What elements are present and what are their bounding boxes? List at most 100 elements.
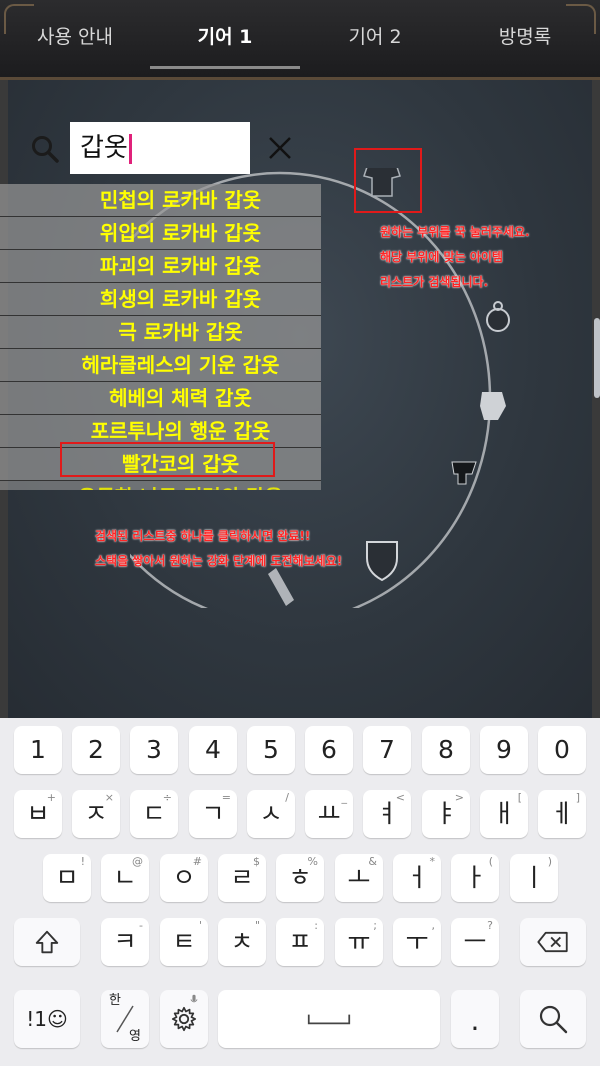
key-8[interactable]: 8 xyxy=(422,726,470,774)
key-main-char: ㅗ xyxy=(347,863,371,892)
key-0[interactable]: 0 xyxy=(538,726,586,774)
key-nieun[interactable]: ㄴ @ xyxy=(101,854,149,902)
key-6[interactable]: 6 xyxy=(305,726,353,774)
top-tab-bar: 사용 안내 기어 1 기어 2 방명록 xyxy=(0,0,600,80)
key-yu[interactable]: ㅠ; xyxy=(335,918,383,966)
key-4[interactable]: 4 xyxy=(189,726,237,774)
key-ae[interactable]: ㅐ[ xyxy=(480,790,528,838)
key-ya[interactable]: ㅑ > xyxy=(422,790,470,838)
key-alt-char: # xyxy=(192,855,202,868)
result-item[interactable]: 민첩의 로카바 갑옷 xyxy=(0,184,321,217)
glove-slot-icon[interactable] xyxy=(480,392,506,420)
slot-hint-line: 리스트가 검색됩니다. xyxy=(380,275,489,289)
key-eo[interactable]: ㅓ * xyxy=(393,854,441,902)
boot-slot-icon[interactable] xyxy=(451,461,477,485)
result-item[interactable]: 위압의 로카바 갑옷 xyxy=(0,217,321,250)
key-alt-char: " xyxy=(254,919,260,932)
key-alt-char: * xyxy=(429,855,436,868)
slot-hint-annotation: 원하는 부위를 꾹 눌러주세요. 해당 부위에 맞는 아이템 리스트가 검색됩니… xyxy=(380,220,580,295)
key-ieung[interactable]: ㅇ # xyxy=(160,854,208,902)
key-alt-char: ' xyxy=(198,919,202,932)
shift-key[interactable] xyxy=(14,918,80,966)
key-main-char: ㅜ xyxy=(405,927,429,956)
settings-key[interactable] xyxy=(160,990,208,1048)
key-mieum[interactable]: ㅁ! xyxy=(43,854,91,902)
active-tab-indicator xyxy=(150,66,300,69)
key-u[interactable]: ㅜ, xyxy=(393,918,441,966)
key-main-char: ㅁ xyxy=(55,863,79,892)
keyboard-number-row: 1 2 3 4 5 6 7 8 9 0 xyxy=(0,726,600,778)
key-jieut[interactable]: ㅈ × xyxy=(72,790,120,838)
search-action-key[interactable] xyxy=(520,990,586,1048)
key-main-char: ㅊ xyxy=(230,927,254,956)
result-item[interactable]: 희생의 로카바 갑옷 xyxy=(0,283,321,316)
result-item[interactable]: 우둔한 나무 정령의 갑옷 xyxy=(0,481,321,490)
necklace-slot-icon[interactable] xyxy=(486,301,510,332)
key-alt-char: ; xyxy=(373,919,377,932)
key-main-char: ㅏ xyxy=(463,863,487,892)
keyboard-row-2: ㅂ + ㅈ × ㄷ ÷ ㄱ = ㅅ / ㅛ _ ㅕ < ㅑ > ㅐ[ ㅔ] xyxy=(0,790,600,842)
key-main-char: ㅡ xyxy=(463,927,487,956)
space-key[interactable] xyxy=(218,990,440,1048)
key-bieup[interactable]: ㅂ + xyxy=(14,790,62,838)
selected-result-highlight xyxy=(60,442,275,477)
key-5[interactable]: 5 xyxy=(247,726,295,774)
mic-icon xyxy=(190,994,198,1003)
key-alt-char: ÷ xyxy=(162,791,172,804)
key-main-char: ㅐ xyxy=(492,799,516,828)
key-a[interactable]: ㅏ( xyxy=(451,854,499,902)
key-yo[interactable]: ㅛ _ xyxy=(305,790,353,838)
search-icon[interactable] xyxy=(30,134,60,164)
key-7[interactable]: 7 xyxy=(363,726,411,774)
shift-icon xyxy=(35,930,59,954)
key-alt-char: & xyxy=(368,855,377,868)
key-pieup[interactable]: ㅍ: xyxy=(276,918,324,966)
key-alt-char: × xyxy=(104,791,114,804)
key-main-char: ㅛ xyxy=(317,799,341,828)
key-giyeok[interactable]: ㄱ = xyxy=(189,790,237,838)
tab-guestbook[interactable]: 방명록 xyxy=(450,22,600,49)
tab-gear-2[interactable]: 기어 2 xyxy=(300,22,450,49)
scrollbar-handle[interactable] xyxy=(594,318,600,398)
key-main-char: ㅋ xyxy=(113,927,137,956)
key-alt-char: = xyxy=(221,791,231,804)
key-i[interactable]: ㅣ) xyxy=(510,854,558,902)
key-digeut[interactable]: ㄷ ÷ xyxy=(130,790,178,838)
clear-search-icon[interactable] xyxy=(266,134,294,162)
key-alt-char: , xyxy=(431,919,436,932)
key-main-char: ㄹ xyxy=(230,863,254,892)
tab-usage-guide[interactable]: 사용 안내 xyxy=(0,22,150,49)
key-1[interactable]: 1 xyxy=(14,726,62,774)
period-key[interactable]: . xyxy=(451,990,499,1048)
symbols-key[interactable]: !1☺ xyxy=(14,990,80,1048)
key-eu[interactable]: ㅡ? xyxy=(451,918,499,966)
backspace-key[interactable] xyxy=(520,918,586,966)
key-yeo[interactable]: ㅕ < xyxy=(363,790,411,838)
keyboard-bottom-row: !1☺ 한 영 . xyxy=(0,990,600,1048)
key-siot[interactable]: ㅅ / xyxy=(247,790,295,838)
key-alt-char: % xyxy=(307,855,318,868)
result-hint-line: 스택을 쌓아서 원하는 강화 단계에 도전해보세요! xyxy=(95,554,343,568)
key-main-char: ㅔ xyxy=(550,799,574,828)
result-item[interactable]: 헤라클레스의 기운 갑옷 xyxy=(0,349,321,382)
key-3[interactable]: 3 xyxy=(130,726,178,774)
key-tieut[interactable]: ㅌ ' xyxy=(160,918,208,966)
result-item[interactable]: 헤베의 체력 갑옷 xyxy=(0,382,321,415)
result-item[interactable]: 극 로카바 갑옷 xyxy=(0,316,321,349)
result-item[interactable]: 파괴의 로카바 갑옷 xyxy=(0,250,321,283)
key-9[interactable]: 9 xyxy=(480,726,528,774)
tab-gear-1[interactable]: 기어 1 xyxy=(150,22,300,49)
key-o[interactable]: ㅗ & xyxy=(335,854,383,902)
language-switch-key[interactable]: 한 영 xyxy=(101,990,149,1048)
key-kieuk[interactable]: ㅋ- xyxy=(101,918,149,966)
key-rieul[interactable]: ㄹ $ xyxy=(218,854,266,902)
key-chieut[interactable]: ㅊ " xyxy=(218,918,266,966)
key-alt-char: / xyxy=(285,791,289,804)
key-e[interactable]: ㅔ] xyxy=(538,790,586,838)
item-search-input[interactable]: 갑옷 xyxy=(70,122,250,174)
key-hieut[interactable]: ㅎ% xyxy=(276,854,324,902)
slot-hint-line: 해당 부위에 맞는 아이템 xyxy=(380,250,503,264)
keyboard-row-3: ㅁ! ㄴ @ ㅇ # ㄹ $ ㅎ% ㅗ & ㅓ * ㅏ( ㅣ) xyxy=(0,854,600,906)
key-main-char: ㅠ xyxy=(347,927,371,956)
key-2[interactable]: 2 xyxy=(72,726,120,774)
